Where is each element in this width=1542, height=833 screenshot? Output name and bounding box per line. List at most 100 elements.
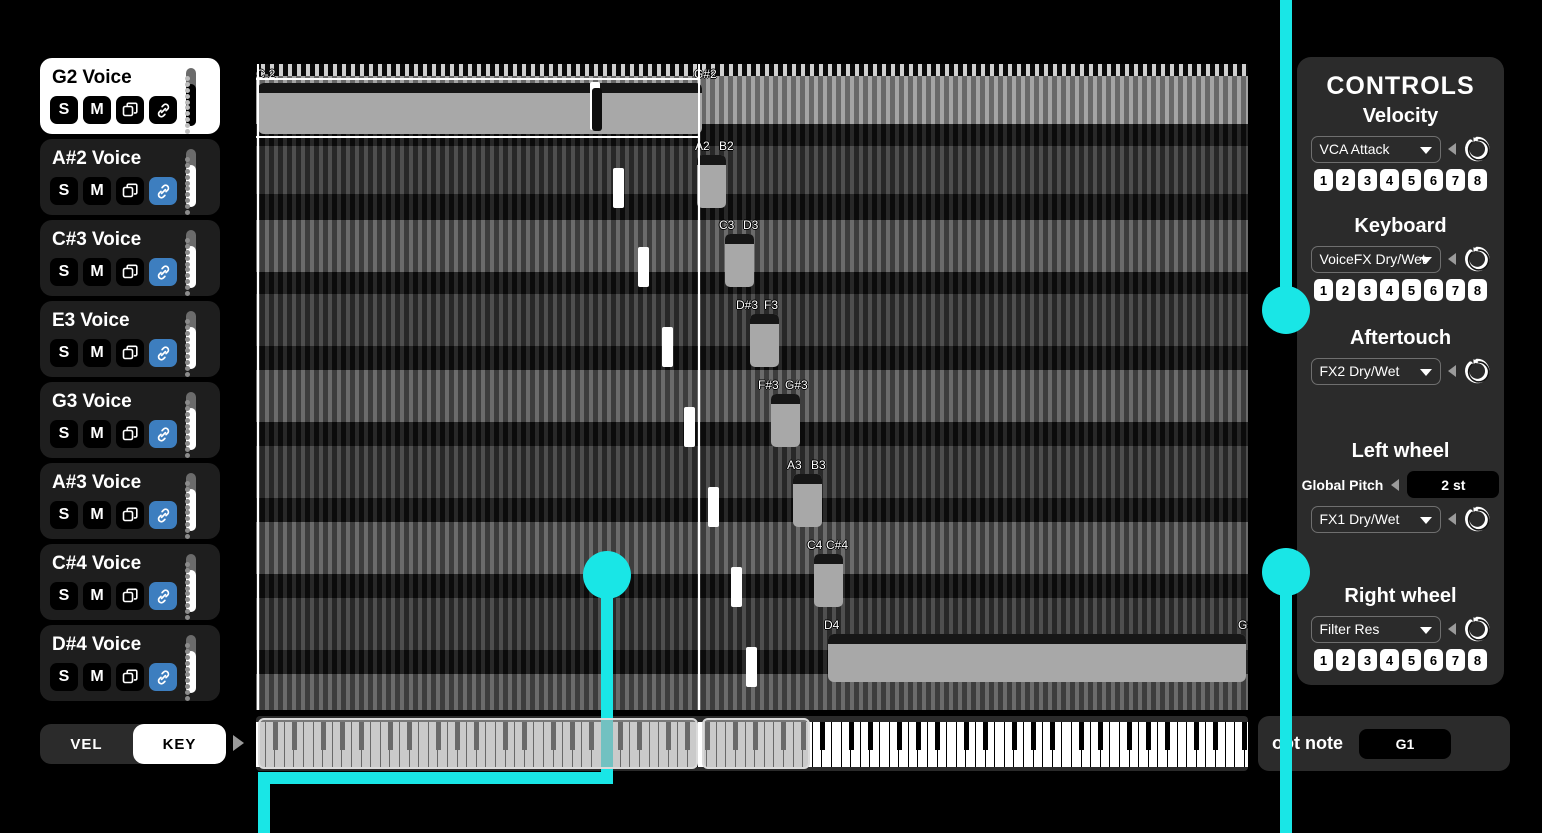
slot-button-3[interactable]: 3 xyxy=(1358,279,1377,301)
black-key[interactable] xyxy=(867,722,873,750)
slot-button-7[interactable]: 7 xyxy=(1446,279,1465,301)
black-key[interactable] xyxy=(1011,722,1017,750)
slot-button-3[interactable]: 3 xyxy=(1358,649,1377,671)
black-key[interactable] xyxy=(1242,722,1248,750)
key-tab[interactable]: KEY xyxy=(133,724,226,764)
copy-icon[interactable] xyxy=(116,96,144,124)
mute-button[interactable]: M xyxy=(83,339,111,367)
track-fader[interactable] xyxy=(184,230,198,296)
black-key[interactable] xyxy=(1050,722,1056,750)
black-key[interactable] xyxy=(1165,722,1171,750)
chevron-down-icon[interactable] xyxy=(1419,146,1432,154)
slot-button-1[interactable]: 1 xyxy=(1314,279,1333,301)
track-row-As2[interactable]: A#2 Voice S M xyxy=(40,139,220,215)
mute-button[interactable]: M xyxy=(83,258,111,286)
link-icon[interactable] xyxy=(149,501,177,529)
black-key[interactable] xyxy=(1127,722,1132,750)
knob-icon[interactable] xyxy=(1463,615,1491,643)
slot-button-5[interactable]: 5 xyxy=(1402,649,1421,671)
black-key[interactable] xyxy=(1194,722,1200,750)
track-row-Ds4[interactable]: D#4 Voice S M xyxy=(40,625,220,701)
slot-button-6[interactable]: 6 xyxy=(1424,279,1443,301)
note-block-As2[interactable] xyxy=(697,155,726,208)
copy-icon[interactable] xyxy=(116,177,144,205)
solo-button[interactable]: S xyxy=(50,339,78,367)
slot-button-7[interactable]: 7 xyxy=(1446,169,1465,191)
mute-button[interactable]: M xyxy=(83,501,111,529)
track-fader[interactable] xyxy=(184,635,198,701)
knob-icon[interactable] xyxy=(1463,505,1491,533)
white-key[interactable] xyxy=(1225,722,1236,767)
slot-button-6[interactable]: 6 xyxy=(1424,649,1443,671)
slot-button-2[interactable]: 2 xyxy=(1336,279,1355,301)
black-key[interactable] xyxy=(1031,722,1036,750)
slot-button-1[interactable]: 1 xyxy=(1314,169,1333,191)
mute-button[interactable]: M xyxy=(83,663,111,691)
black-key[interactable] xyxy=(819,722,825,750)
black-key[interactable] xyxy=(1146,722,1152,750)
slot-button-6[interactable]: 6 xyxy=(1424,169,1443,191)
note-block-G3[interactable] xyxy=(771,394,800,447)
black-key[interactable] xyxy=(1079,722,1084,750)
track-row-E3[interactable]: E3 Voice S M xyxy=(40,301,220,377)
vel-tab[interactable]: VEL xyxy=(40,724,133,764)
assignment-dropdown[interactable]: FX2 Dry/Wet xyxy=(1310,357,1441,385)
triangle-left-icon[interactable] xyxy=(1391,478,1400,491)
chevron-down-icon[interactable] xyxy=(1419,516,1432,524)
triangle-left-icon[interactable] xyxy=(1447,513,1456,525)
mute-button[interactable]: M xyxy=(83,96,111,124)
solo-button[interactable]: S xyxy=(50,177,78,205)
slot-button-4[interactable]: 4 xyxy=(1380,279,1399,301)
chevron-down-icon[interactable] xyxy=(1419,256,1432,264)
link-icon[interactable] xyxy=(149,96,177,124)
mute-button[interactable]: M xyxy=(83,177,111,205)
slot-button-7[interactable]: 7 xyxy=(1446,649,1465,671)
track-row-Cs4[interactable]: C#4 Voice S M xyxy=(40,544,220,620)
solo-button[interactable]: S xyxy=(50,582,78,610)
link-icon[interactable] xyxy=(149,663,177,691)
triangle-left-icon[interactable] xyxy=(1447,253,1456,265)
key-range-keyboard[interactable] xyxy=(256,716,1248,771)
assignment-dropdown[interactable]: Filter Res xyxy=(1310,615,1441,643)
black-key[interactable] xyxy=(935,722,940,750)
selection-edge-right[interactable] xyxy=(698,64,700,710)
link-icon[interactable] xyxy=(149,258,177,286)
knob-icon[interactable] xyxy=(1463,357,1491,385)
slot-button-5[interactable]: 5 xyxy=(1402,279,1421,301)
slot-button-2[interactable]: 2 xyxy=(1336,649,1355,671)
link-icon[interactable] xyxy=(149,420,177,448)
slot-button-4[interactable]: 4 xyxy=(1380,169,1399,191)
assignment-dropdown[interactable]: FX1 Dry/Wet xyxy=(1310,505,1441,533)
assignment-dropdown[interactable]: VCA Attack xyxy=(1310,135,1441,163)
triangle-left-icon[interactable] xyxy=(1447,365,1456,377)
link-icon[interactable] xyxy=(149,582,177,610)
solo-button[interactable]: S xyxy=(50,96,78,124)
mute-button[interactable]: M xyxy=(83,420,111,448)
track-row-Cs3[interactable]: C#3 Voice S M xyxy=(40,220,220,296)
black-key[interactable] xyxy=(896,722,902,750)
global-pitch-value[interactable]: 2 st xyxy=(1407,471,1500,498)
root-note-value[interactable]: G1 xyxy=(1358,728,1451,759)
note-block-Cs4[interactable] xyxy=(814,554,843,607)
keyboard-range-selection-secondary[interactable] xyxy=(702,718,810,769)
white-key[interactable] xyxy=(1062,722,1072,767)
track-fader[interactable] xyxy=(184,554,198,620)
black-key[interactable] xyxy=(983,722,988,750)
track-fader[interactable] xyxy=(184,311,198,377)
track-fader[interactable] xyxy=(184,149,198,215)
white-key[interactable] xyxy=(1177,722,1188,767)
copy-icon[interactable] xyxy=(116,339,144,367)
copy-icon[interactable] xyxy=(116,420,144,448)
solo-button[interactable]: S xyxy=(50,501,78,529)
slot-button-8[interactable]: 8 xyxy=(1468,169,1487,191)
track-fader[interactable] xyxy=(184,392,198,458)
solo-button[interactable]: S xyxy=(50,258,78,286)
black-key[interactable] xyxy=(1098,722,1104,750)
slot-button-4[interactable]: 4 xyxy=(1380,649,1399,671)
note-block-Ds4[interactable] xyxy=(828,634,1246,682)
black-key[interactable] xyxy=(848,722,854,750)
white-key[interactable] xyxy=(832,722,842,767)
slot-button-3[interactable]: 3 xyxy=(1358,169,1377,191)
vel-key-toggle[interactable]: VEL KEY xyxy=(40,724,226,764)
mute-button[interactable]: M xyxy=(83,582,111,610)
